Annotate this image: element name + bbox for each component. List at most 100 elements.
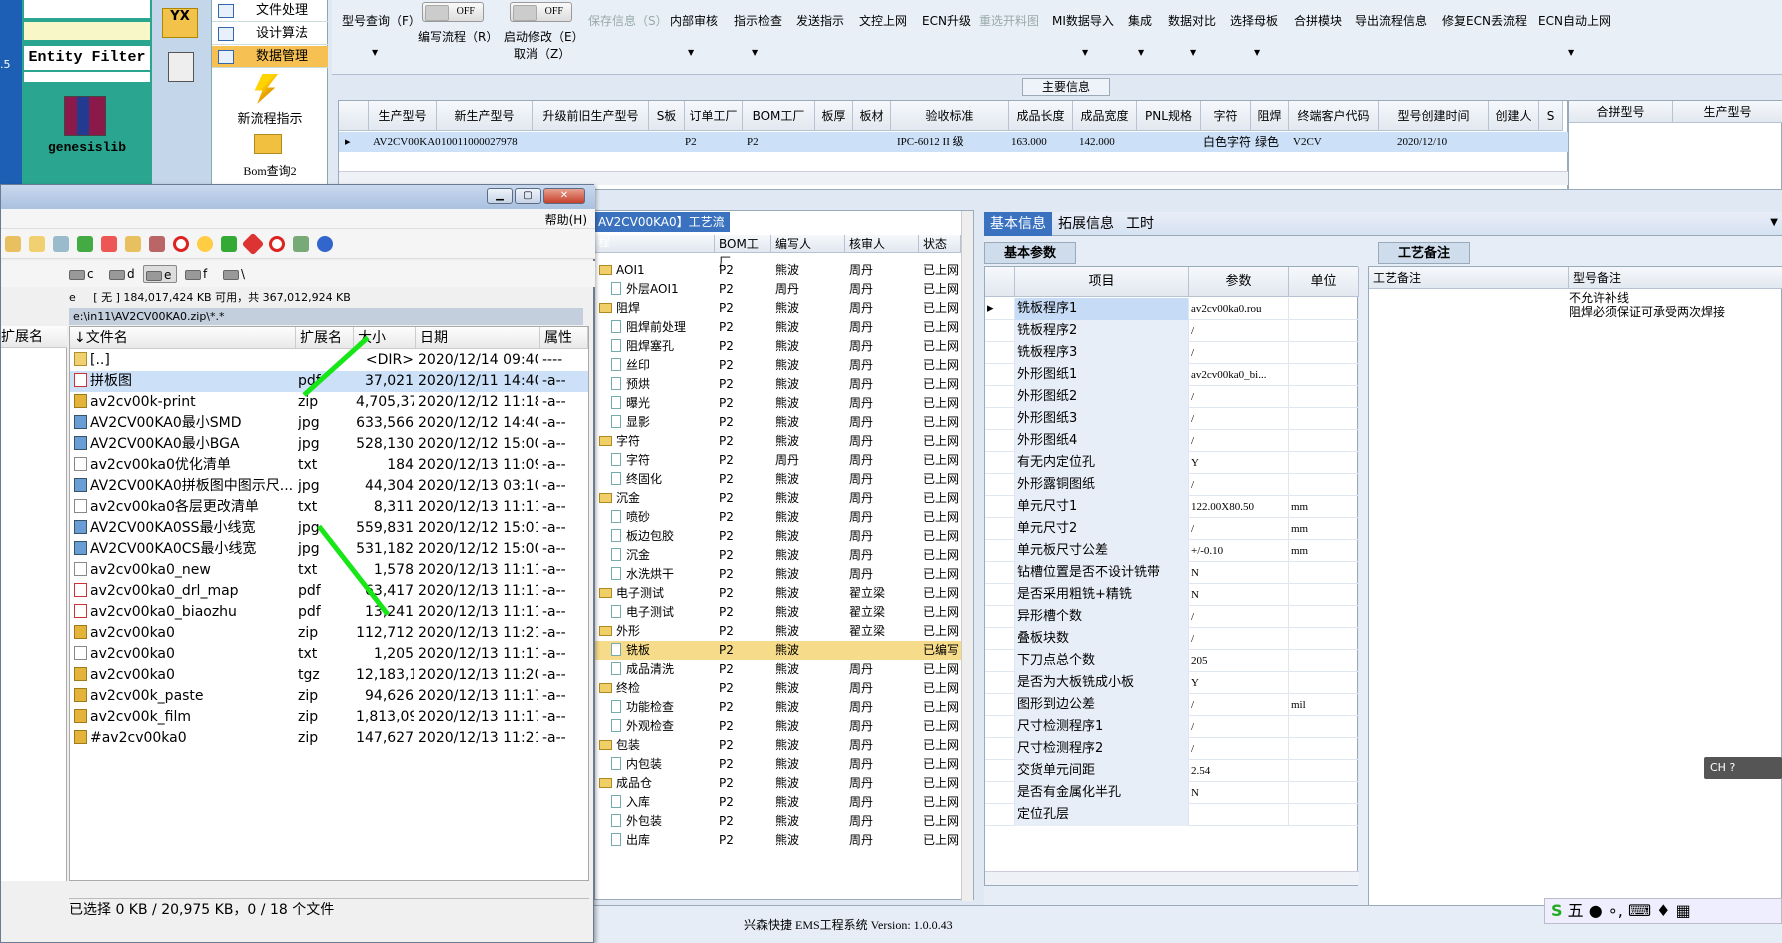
param-row[interactable]: 外形图纸2/ bbox=[985, 386, 1359, 408]
menu-item-data-management[interactable]: 数据管理 bbox=[212, 46, 328, 68]
process-row[interactable]: 铣板 P2 熊波 已编写 bbox=[595, 641, 963, 660]
instruction-check-button[interactable]: 指示检查 bbox=[734, 12, 782, 29]
process-row[interactable]: 功能检查 P2 熊波 周丹 已上网 bbox=[595, 698, 963, 717]
key-icon[interactable] bbox=[197, 236, 213, 252]
drive-d[interactable]: d bbox=[107, 265, 135, 283]
copy-icon[interactable] bbox=[5, 236, 21, 252]
process-row[interactable]: 终固化 P2 熊波 周丹 已上网 bbox=[595, 470, 963, 489]
chevron-down-icon[interactable]: ▼ bbox=[1082, 48, 1088, 57]
block-icon[interactable] bbox=[269, 236, 285, 252]
chevron-down-icon[interactable]: ▼ bbox=[752, 48, 758, 57]
cancel-button[interactable]: 取消（Z） bbox=[514, 45, 570, 62]
process-row[interactable]: AOI1 P2 熊波 周丹 已上网 bbox=[595, 261, 963, 280]
file-row[interactable]: av2cv00ka0 zip 112,712 2020/12/13 11:21 -a-- bbox=[70, 623, 588, 644]
send-instruction-button[interactable]: 发送指示 bbox=[796, 12, 844, 29]
param-row[interactable]: 外形图纸4/ bbox=[985, 430, 1359, 452]
entity-filter-button[interactable]: Entity Filter bbox=[24, 46, 150, 70]
chevron-down-icon[interactable]: ▼ bbox=[1568, 48, 1574, 57]
process-row[interactable]: 显影 P2 熊波 周丹 已上网 bbox=[595, 413, 963, 432]
col-date[interactable]: 日期 bbox=[416, 327, 540, 349]
param-row[interactable]: 是否采用粗铣+精铣 N bbox=[985, 584, 1359, 606]
table-row[interactable]: ▸ AV2CV00KA0 10011000027978 P2 P2 IPC-60… bbox=[339, 132, 1569, 152]
process-row[interactable]: 喷砂 P2 熊波 周丹 已上网 bbox=[595, 508, 963, 527]
param-row[interactable]: 外形图纸3/ bbox=[985, 408, 1359, 430]
info-icon[interactable] bbox=[317, 236, 333, 252]
param-row[interactable]: 交货单元间距 2.54 bbox=[985, 760, 1359, 782]
file-row[interactable]: AV2CV00KA0最小BGA jpg 528,130 2020/12/12 15:0… bbox=[70, 434, 588, 455]
param-row[interactable]: 下刀点总个数 205 bbox=[985, 650, 1359, 672]
repair-ecn-flow-button[interactable]: 修复ECN丢流程 bbox=[1442, 12, 1527, 29]
chevron-down-icon[interactable]: ▼ bbox=[688, 48, 694, 57]
param-row[interactable]: 尺寸检测程序1/ bbox=[985, 716, 1359, 738]
process-row[interactable]: 终检 P2 熊波 周丹 已上网 bbox=[595, 679, 963, 698]
close-button[interactable]: ✕ bbox=[543, 188, 585, 204]
internal-review-button[interactable]: 内部审核 bbox=[670, 12, 718, 29]
reselect-cutting-button[interactable]: 重选开料图 bbox=[979, 12, 1039, 29]
write-flow-toggle[interactable]: OFF bbox=[422, 2, 484, 22]
tool-icon[interactable] bbox=[149, 236, 165, 252]
drive-f[interactable]: f bbox=[183, 265, 207, 283]
process-row[interactable]: 阻焊塞孔 P2 熊波 周丹 已上网 bbox=[595, 337, 963, 356]
file-row[interactable]: AV2CV00KA0最小SMD jpg 633,566 2020/12/12 14:4… bbox=[70, 413, 588, 434]
drive-select[interactable]: e bbox=[69, 291, 76, 304]
process-row[interactable]: 入库 P2 熊波 周丹 已上网 bbox=[595, 793, 963, 812]
chevron-down-icon[interactable]: ▼ bbox=[1138, 48, 1144, 57]
process-row[interactable]: 包装 P2 熊波 周丹 已上网 bbox=[595, 736, 963, 755]
file-row[interactable]: #av2cv00ka0 zip 147,627 2020/12/13 11:21 -a-… bbox=[70, 728, 588, 749]
chevron-down-icon[interactable]: ▼ bbox=[1254, 48, 1260, 57]
menu-item-design-algorithm[interactable]: 设计算法 bbox=[212, 23, 328, 45]
save-info-button[interactable]: 保存信息（S） bbox=[588, 12, 668, 29]
param-row[interactable]: 钻槽位置是否不设计铣带 N bbox=[985, 562, 1359, 584]
param-row[interactable]: 铣板程序2/ bbox=[985, 320, 1359, 342]
start-modify-toggle[interactable]: OFF bbox=[510, 2, 572, 22]
chevron-down-icon[interactable]: ▼ bbox=[1770, 217, 1778, 228]
basic-params-tab[interactable]: 基本参数 bbox=[984, 242, 1076, 264]
file-row[interactable]: av2cv00ka0 txt 1,205 2020/12/13 11:11 -a-- bbox=[70, 644, 588, 665]
calculator-icon[interactable] bbox=[168, 52, 194, 82]
drive-c[interactable]: c bbox=[67, 265, 94, 283]
xls-icon[interactable] bbox=[221, 236, 237, 252]
menu-item-file-processing[interactable]: 文件处理 bbox=[212, 0, 328, 22]
file-row[interactable]: av2cv00ka0_drl_map pdf 63,417 2020/12/13 11… bbox=[70, 581, 588, 602]
file-row[interactable]: av2cv00ka0各层更改清单 txt 8,311 2020/12/13 11:11… bbox=[70, 497, 588, 518]
file-row[interactable]: av2cv00ka0tgz12,183,1772020/12/13 11:20-… bbox=[70, 665, 588, 686]
process-row[interactable]: 外形 P2 熊波 翟立梁 已上网 bbox=[595, 622, 963, 641]
col-ext[interactable]: 扩展名 bbox=[296, 327, 354, 349]
chevron-down-icon[interactable]: ▼ bbox=[1190, 48, 1196, 57]
process-row[interactable]: 板边包胶 P2 熊波 周丹 已上网 bbox=[595, 527, 963, 546]
param-row[interactable]: 有无内定位孔 Y bbox=[985, 452, 1359, 474]
bom-query2[interactable]: Bom查询2 bbox=[212, 162, 328, 179]
start-modify-button[interactable]: 启动修改（E） bbox=[504, 28, 584, 45]
ime-toolbar[interactable]: S 五 ● ∘, ⌨ ♦ ▦ bbox=[1544, 898, 1782, 924]
diamond-icon[interactable] bbox=[241, 232, 265, 256]
param-row[interactable]: 单元尺寸1 122.00X80.50 mm bbox=[985, 496, 1359, 518]
folder-icon[interactable] bbox=[254, 134, 282, 154]
minimize-button[interactable]: ▁ bbox=[487, 188, 513, 204]
file-row[interactable]: av2cv00ka0优化清单 txt 184 2020/12/13 11:09 -a-- bbox=[70, 455, 588, 476]
process-row[interactable]: 预烘 P2 熊波 周丹 已上网 bbox=[595, 375, 963, 394]
process-row[interactable]: 出库 P2 熊波 周丹 已上网 bbox=[595, 831, 963, 850]
process-row[interactable]: 水洗烘干 P2 熊波 周丹 已上网 bbox=[595, 565, 963, 584]
horizontal-scrollbar[interactable] bbox=[339, 171, 1569, 185]
archive-icon[interactable] bbox=[125, 236, 141, 252]
ecn-auto-online-button[interactable]: ECN自动上网 bbox=[1538, 12, 1611, 29]
process-row[interactable]: 电子测试 P2 熊波 翟立梁 已上网 bbox=[595, 584, 963, 603]
file-row[interactable]: av2cv00k_paste zip 94,626 2020/12/13 11:17-… bbox=[70, 686, 588, 707]
param-row[interactable]: 单元板尺寸公差 +/-0.10 mm bbox=[985, 540, 1359, 562]
file-row[interactable]: AV2CV00KA0拼板图中图示尺... jpg 44,304 2020/12/13 … bbox=[70, 476, 588, 497]
pdf-icon[interactable] bbox=[101, 236, 117, 252]
param-row[interactable]: 异形槽个数 / bbox=[985, 606, 1359, 628]
process-remark-tab[interactable]: 工艺备注 bbox=[1378, 242, 1470, 264]
write-flow-button[interactable]: 编写流程（R） bbox=[418, 28, 498, 45]
process-row[interactable]: 字符 P2 熊波 周丹 已上网 bbox=[595, 432, 963, 451]
process-row[interactable]: 沉金 P2 熊波 周丹 已上网 bbox=[595, 489, 963, 508]
network-drive[interactable]: \ bbox=[221, 265, 245, 283]
data-compare-button[interactable]: 数据对比 bbox=[1168, 12, 1216, 29]
process-row[interactable]: 字符 P2 周丹 周丹 已上网 bbox=[595, 451, 963, 470]
param-row[interactable]: 叠板块数 / bbox=[985, 628, 1359, 650]
excel-icon[interactable] bbox=[77, 236, 93, 252]
chevron-down-icon[interactable]: ▼ bbox=[372, 48, 378, 57]
help-menu[interactable]: 帮助(H) bbox=[545, 211, 587, 228]
param-row[interactable]: 外形图纸1 av2cv00ka0_bi... bbox=[985, 364, 1359, 386]
param-row[interactable]: 铣板程序3/ bbox=[985, 342, 1359, 364]
